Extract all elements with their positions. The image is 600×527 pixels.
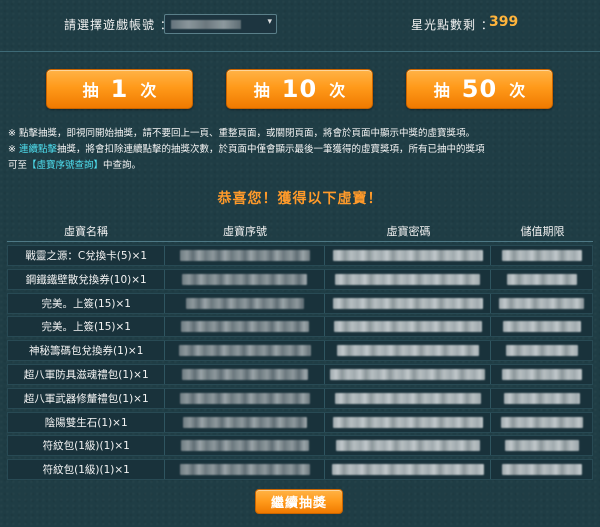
prize-name: 鋼鐵鐵壁散兌換券(10)×1 xyxy=(8,269,166,289)
prize-serial-redacted xyxy=(165,269,325,289)
prize-name: 戰靈之源：C兌換卡(5)×1 xyxy=(8,246,166,265)
prize-expiry-redacted xyxy=(491,270,592,289)
prize-password-redacted xyxy=(325,246,492,265)
account-value-redacted xyxy=(171,20,241,29)
prize-password-redacted xyxy=(325,269,492,289)
prize-serial-redacted xyxy=(165,436,325,456)
prize-password-redacted xyxy=(325,293,492,313)
note-highlight: 連續點擊 xyxy=(18,144,57,155)
table-row: 完美。上簽(15)×1 xyxy=(7,316,593,338)
table-row: 神秘籌碼包兌換券(1)×1 xyxy=(7,340,593,362)
draw-1-button[interactable]: 抽 1 次 xyxy=(46,69,193,109)
account-select[interactable]: ▾ xyxy=(164,14,277,34)
draw-prefix: 抽 xyxy=(253,81,270,100)
note-text: 中查詢。 xyxy=(103,160,142,171)
prize-name: 符紋包(1級)(1)×1 xyxy=(8,460,166,480)
table-row: 完美。上簽(15)×1 xyxy=(7,292,593,314)
col-header-password: 虛寶密碼 xyxy=(386,225,431,238)
draw-count: 10 xyxy=(281,75,318,103)
congrats-title: 恭喜您！獲得以下虛寶！ xyxy=(217,191,383,207)
prize-password-redacted xyxy=(325,388,492,408)
prize-expiry-redacted xyxy=(491,317,592,336)
prize-password-redacted xyxy=(325,317,492,337)
prize-serial-redacted xyxy=(165,412,325,432)
col-header-name: 虛寶名稱 xyxy=(64,225,108,238)
prize-password-redacted xyxy=(325,436,492,456)
prize-serial-redacted xyxy=(165,460,325,480)
table-row: 鋼鐵鐵壁散兌換券(10)×1 xyxy=(7,268,593,290)
draw-prefix: 抽 xyxy=(82,81,99,100)
serial-query-link[interactable]: 【虛寶序號查詢】 xyxy=(27,160,103,171)
prize-password-redacted xyxy=(325,412,492,432)
prize-serial-redacted xyxy=(165,364,325,384)
prize-table: 虛寶名稱 虛寶序號 虛寶密碼 儲值期限 戰靈之源：C兌換卡(5)×1 鋼鐵鐵壁散兌… xyxy=(7,221,593,483)
prize-password-redacted xyxy=(325,460,492,480)
draw-count: 50 xyxy=(461,75,498,103)
note-text: 抽獎，將會扣除連續點擊的抽獎次數，於頁面中僅會顯示最後一筆獲得的虛寶獎項，所有已… xyxy=(57,144,485,155)
table-row: 符紋包(1級)(1)×1 xyxy=(7,459,593,481)
points-value: 399 xyxy=(489,14,519,30)
prize-name: 陰陽雙生石(1)×1 xyxy=(8,412,166,432)
prize-serial-redacted xyxy=(165,341,325,361)
col-header-expiry: 儲值期限 xyxy=(520,225,565,238)
prize-name: 完美。上簽(15)×1 xyxy=(8,293,166,313)
prize-password-redacted xyxy=(325,341,492,361)
table-row: 戰靈之源：C兌換卡(5)×1 xyxy=(7,245,593,266)
col-header-serial: 虛寶序號 xyxy=(223,225,267,238)
prize-password-redacted xyxy=(325,364,492,384)
note-prefix: ※ xyxy=(8,144,19,155)
draw-notes: ※ 點擊抽獎，即視同開始抽獎，請不要回上一頁、重整頁面，或關閉頁面，將會於頁面中… xyxy=(8,126,594,174)
draw-suffix: 次 xyxy=(329,81,346,100)
table-row: 超八軍防具滋魂禮包(1)×1 xyxy=(7,363,593,385)
prize-name: 符紋包(1級)(1)×1 xyxy=(8,436,166,456)
prize-serial-redacted xyxy=(165,293,325,313)
prize-expiry-redacted xyxy=(491,389,592,408)
draw-suffix: 次 xyxy=(140,81,157,100)
prize-name: 完美。上簽(15)×1 xyxy=(8,317,166,337)
continue-draw-button[interactable]: 繼續抽獎 xyxy=(255,489,343,514)
prize-serial-redacted xyxy=(165,388,325,408)
points-label: 星光點數剩 ： xyxy=(411,18,494,32)
note-line-2: ※ 連續點擊抽獎，將會扣除連續點擊的抽獎次數，於頁面中僅會顯示最後一筆獲得的虛寶… xyxy=(8,142,594,158)
account-label: 請選擇遊戲帳號 ： xyxy=(64,18,173,32)
prize-expiry-redacted xyxy=(491,365,592,384)
table-row: 陰陽雙生石(1)×1 xyxy=(7,411,593,433)
top-bar: 請選擇遊戲帳號 ： ▾ 星光點數剩 ： 399 xyxy=(0,0,600,52)
draw-10-button[interactable]: 抽 10 次 xyxy=(226,69,373,109)
prize-expiry-redacted xyxy=(491,294,592,313)
prize-expiry-redacted xyxy=(491,460,592,479)
prize-expiry-redacted xyxy=(491,246,592,265)
draw-count: 1 xyxy=(110,75,129,103)
note-line-3: 可至【虛寶序號查詢】中查詢。 xyxy=(8,158,594,174)
table-row: 符紋包(1級)(1)×1 xyxy=(7,435,593,457)
prize-serial-redacted xyxy=(165,246,325,265)
draw-50-button[interactable]: 抽 50 次 xyxy=(406,69,553,109)
note-prefix: 可至 xyxy=(8,160,28,171)
prize-name: 超八軍防具滋魂禮包(1)×1 xyxy=(8,364,166,384)
prize-serial-redacted xyxy=(165,317,325,337)
note-line-1: ※ 點擊抽獎，即視同開始抽獎，請不要回上一頁、重整頁面，或關閉頁面，將會於頁面中… xyxy=(8,128,475,139)
prize-expiry-redacted xyxy=(491,341,592,360)
draw-prefix: 抽 xyxy=(433,81,450,100)
prize-expiry-redacted xyxy=(491,413,592,432)
prize-name: 超八軍武器修釐禮包(1)×1 xyxy=(8,388,166,408)
chevron-down-icon: ▾ xyxy=(267,17,272,27)
table-row: 超八軍武器修釐禮包(1)×1 xyxy=(7,387,593,409)
prize-name: 神秘籌碼包兌換券(1)×1 xyxy=(8,341,166,361)
table-header: 虛寶名稱 虛寶序號 虛寶密碼 儲值期限 xyxy=(7,221,593,242)
draw-suffix: 次 xyxy=(509,81,526,100)
prize-expiry-redacted xyxy=(491,436,592,455)
